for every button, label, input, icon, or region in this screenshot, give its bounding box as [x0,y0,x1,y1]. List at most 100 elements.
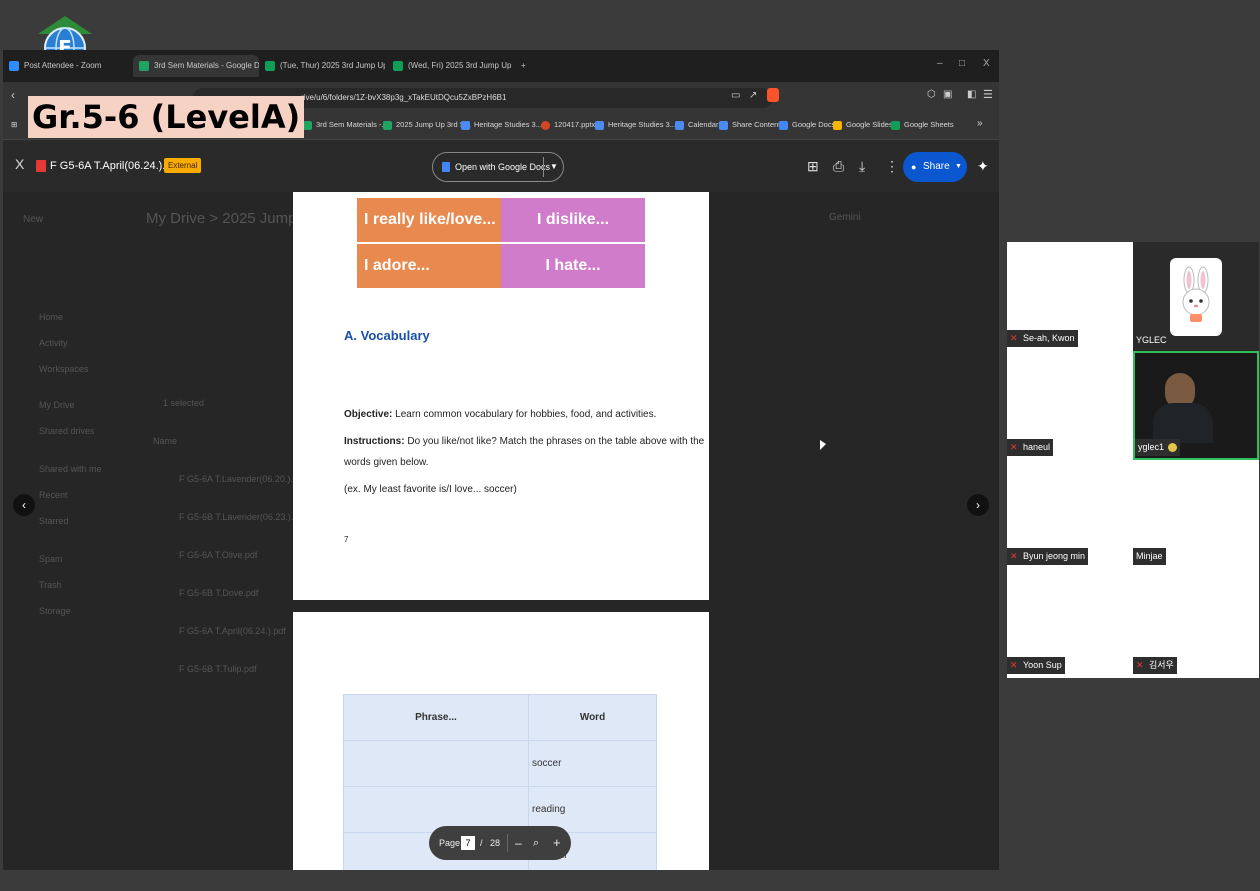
tab-zoom-wed[interactable]: (Wed, Fri) 2025 3rd Jump Up Zoom / [393,55,513,77]
active-speaker-tile[interactable]: yglec1 [1133,351,1259,460]
current-page-input[interactable]: 7 [461,836,475,850]
tab-label: Post Attendee - Zoom [24,61,102,70]
add-comment-icon[interactable]: ⊞ [807,158,819,175]
bookmark-item[interactable]: Google Sheets [891,120,954,130]
chevron-down-icon[interactable]: ▼ [550,153,558,181]
bookmark-item[interactable]: 2025 Jump Up 3rd S... [383,120,471,130]
file-row: F G5-6A T.Olive.pdf [179,550,258,560]
open-with-label: Open with Google Docs [455,162,551,172]
powerpoint-icon [541,120,550,130]
bookmark-item[interactable]: Google Docs [779,120,835,130]
share-button[interactable]: ● Share ▼ [903,152,967,182]
next-file-button[interactable]: › [967,494,989,516]
participant-video-body [1153,403,1213,443]
phrase-cell [343,740,529,787]
extensions-icon[interactable]: ⬡ [927,89,936,100]
sidebar-toggle-icon[interactable]: ◧ [967,89,976,100]
more-options-icon[interactable]: ⋮ [885,158,899,175]
apps-grid-icon[interactable]: ⊞ [11,120,17,129]
bookmark-item[interactable]: Heritage Studies 3... [461,120,542,130]
tab-drive[interactable]: 3rd Sem Materials - Google Driv× [133,55,259,77]
name-label: Yoon Sup [1023,660,1062,670]
participant-tile[interactable]: ✕ Yoon Sup [1007,569,1133,678]
cast-icon[interactable]: ▭ [731,90,740,101]
chevron-down-icon[interactable]: ▼ [955,152,962,182]
browser-window: Post Attendee - Zoom 3rd Sem Materials -… [3,50,999,870]
table-cell: I hate... [501,244,645,288]
section-heading: A. Vocabulary [344,328,430,343]
tab-label: 3rd Sem Materials - Google Driv [154,61,259,70]
bookmark-item[interactable]: Calendar [675,120,718,130]
table-header-row: Phrase... Word [343,694,657,741]
back-arrow-icon[interactable]: ‹ [11,88,15,102]
brave-shield-icon[interactable] [767,88,779,102]
bookmark-item[interactable]: Heritage Studies 3... [595,120,676,130]
name-label: 김서우 [1149,660,1174,670]
mouse-cursor-icon [820,440,826,450]
bookmark-label: Google Sheets [904,120,954,129]
participant-name: ✕ 김서우 [1133,657,1177,674]
participant-tile[interactable]: ✕ haneul [1007,351,1133,460]
tab-zoom-attendee[interactable]: Post Attendee - Zoom [9,55,119,77]
participant-name: Minjae [1133,548,1166,565]
likes-table: I really like/love... I dislike... I ado… [357,192,645,288]
instructions-text: Instructions: Do you like/not like? Matc… [344,435,704,449]
tab-zoom-tue[interactable]: (Tue, Thur) 2025 3rd Jump Up Zoom [265,55,385,77]
page-separator: / [480,838,483,848]
wallet-icon[interactable]: ▣ [943,89,952,100]
table-row: soccer [343,740,657,787]
participant-tile[interactable]: ✕ Se-ah, Kwon [1007,242,1133,351]
muted-mic-icon: ✕ [1010,442,1018,452]
nav-shared-drives: Shared drives [39,426,95,436]
zoom-icon[interactable]: ⌕ [533,826,539,860]
tab-label: (Tue, Thur) 2025 3rd Jump Up Zoom [280,61,385,70]
objective-text: Objective: Learn common vocabulary for h… [344,408,656,422]
name-label: haneul [1023,442,1051,452]
new-tab-button[interactable]: + [521,55,526,77]
previous-file-button[interactable]: ‹ [13,494,35,516]
participant-tile[interactable]: Minjae [1133,460,1259,569]
maximize-button[interactable]: □ [959,58,965,69]
name-label: Se-ah, Kwon [1023,333,1075,343]
pdf-file-name: F G5-6A T.April(06.24.).pdf [50,160,181,172]
share-page-icon[interactable]: ↗ [749,90,757,101]
bookmark-label: Google Slides [846,120,893,129]
nav-shared-with-me: Shared with me [39,464,102,474]
bookmark-item[interactable]: 3rd Sem Materials -... [303,120,388,130]
gemini-sparkle-icon[interactable]: ✦ [977,158,989,175]
download-icon[interactable]: ⤓ [859,158,865,175]
participant-tile[interactable]: ✕ Byun jeong min [1007,460,1133,569]
menu-icon[interactable]: ☰ [983,88,993,101]
table-cell: I dislike... [501,198,645,242]
google-docs-icon [442,162,450,172]
table-cell: I adore... [357,244,501,288]
close-window-button[interactable]: X [983,58,990,69]
calendar-icon [675,120,684,130]
open-with-google-docs-button[interactable]: Open with Google Docs ▼ [432,152,564,182]
bookmark-item[interactable]: Share Content [719,120,780,130]
minimize-button[interactable]: – [937,58,943,69]
instructions-body: Do you like/not like? Match the phrases … [404,436,705,447]
participant-name: ✕ Byun jeong min [1007,548,1089,565]
file-row: F G5-6B T.Lavender(06.23.).pdf [179,512,306,522]
participant-name: YGLEC [1133,332,1170,349]
bookmark-item[interactable]: 120417.pptx [541,120,595,130]
google-docs-icon [779,120,788,130]
muted-mic-icon: ✕ [1010,551,1018,561]
zoom-in-button[interactable]: + [553,826,561,860]
close-viewer-button[interactable]: X [15,156,24,172]
bookmark-label: 3rd Sem Materials -... [316,120,388,129]
objective-body: Learn common vocabulary for hobbies, foo… [392,409,657,420]
print-icon[interactable]: ⎙ [833,158,844,175]
level-tag: Gr.5-6 (LevelA) [28,96,304,138]
participant-tile[interactable]: YGLEC [1133,242,1259,351]
bookmark-icon [461,120,470,130]
globe-icon: ● [911,162,917,172]
zoom-out-button[interactable]: – [515,826,522,860]
participant-tile[interactable]: ✕ 김서우 [1133,569,1259,678]
pdf-file-icon [36,160,46,172]
bookmark-item[interactable]: Google Slides [833,120,893,130]
muted-mic-icon: ✕ [1136,660,1144,670]
page-navigation: Page 7 / 28 – ⌕ + [429,826,571,860]
bookmarks-overflow-button[interactable]: » [977,118,983,129]
